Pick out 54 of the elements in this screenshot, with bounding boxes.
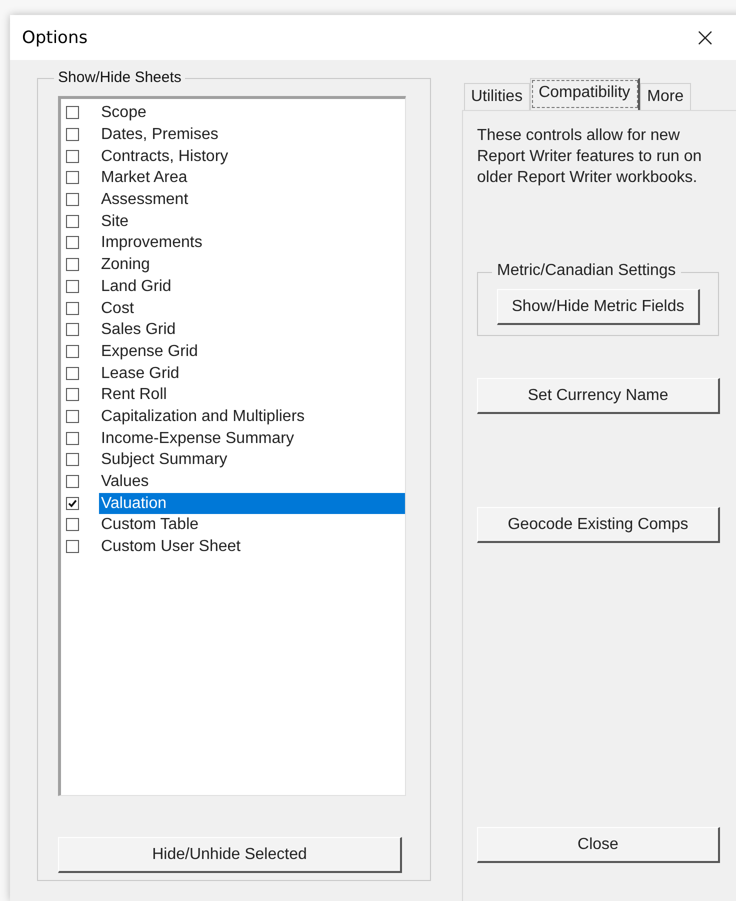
checkbox[interactable] [66, 128, 79, 142]
checkbox[interactable] [66, 518, 79, 532]
hide-unhide-button[interactable]: Hide/Unhide Selected [58, 837, 402, 873]
sheet-item[interactable]: Contracts, History [99, 146, 405, 167]
checkbox[interactable] [66, 323, 79, 336]
sheet-item[interactable]: Valuation [99, 492, 405, 514]
sheet-item[interactable]: Values [99, 471, 405, 492]
description-text: These controls allow for new Report Writer features to run on older Report Writer workbooks. [477, 126, 703, 188]
sheet-item[interactable]: Custom User Sheet [99, 536, 405, 558]
close-button[interactable]: Close [477, 827, 720, 863]
sheet-item[interactable]: Cost [99, 298, 405, 319]
tab[interactable]: More [640, 83, 691, 110]
sheet-item[interactable]: Sales Grid [99, 319, 405, 340]
checkbox[interactable] [66, 150, 79, 163]
sheet-item[interactable]: Site [99, 210, 405, 232]
sheet-item[interactable]: Scope [99, 102, 405, 124]
sheet-item[interactable]: Assessment [99, 189, 405, 210]
tab[interactable]: Utilities [464, 83, 530, 110]
sheet-item[interactable]: Income-Expense Summary [99, 428, 405, 449]
sheet-item[interactable]: Capitalization and Multipliers [99, 406, 405, 427]
checkbox[interactable] [66, 496, 79, 510]
action-button[interactable]: Set Currency Name [477, 378, 720, 414]
group-title: Metric/Canadian Settings [492, 262, 681, 280]
checkbox[interactable] [66, 193, 79, 206]
sheet-item[interactable]: Subject Summary [99, 449, 405, 470]
checkbox[interactable] [66, 214, 79, 228]
sheet-item[interactable]: Lease Grid [99, 362, 405, 384]
checkbox[interactable] [66, 302, 79, 315]
checkbox[interactable] [66, 410, 79, 423]
sheet-item[interactable]: Improvements [99, 232, 405, 254]
sheet-item[interactable]: Market Area [99, 167, 405, 188]
tab[interactable]: Compatibility [530, 78, 640, 110]
sheet-item[interactable]: Rent Roll [99, 384, 405, 406]
sheet-item[interactable]: Expense Grid [99, 340, 405, 362]
checkbox[interactable] [66, 453, 79, 466]
sheet-item[interactable]: Land Grid [99, 276, 405, 297]
checkbox[interactable] [66, 171, 79, 184]
checkbox[interactable] [66, 344, 79, 358]
action-button[interactable]: Geocode Existing Comps [477, 507, 720, 543]
metric-fields-button[interactable]: Show/Hide Metric Fields [497, 289, 700, 325]
checkbox[interactable] [66, 236, 79, 250]
checkbox[interactable] [66, 280, 79, 293]
close-icon[interactable]: × [694, 22, 716, 52]
checkbox[interactable] [66, 388, 79, 402]
checkbox[interactable] [66, 366, 79, 380]
checkbox[interactable] [66, 475, 79, 488]
sheet-item[interactable]: Custom Table [99, 514, 405, 536]
checkbox[interactable] [66, 258, 79, 272]
sheet-item[interactable]: Zoning [99, 254, 405, 276]
window-title: Options [22, 28, 88, 48]
checkbox[interactable] [66, 432, 79, 445]
sheet-item[interactable]: Dates, Premises [99, 124, 405, 146]
checkbox[interactable] [66, 540, 79, 554]
checkbox[interactable] [66, 106, 79, 120]
